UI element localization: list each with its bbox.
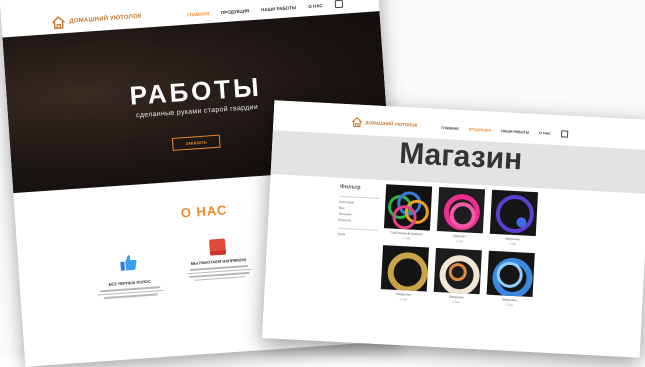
product-image — [383, 184, 433, 231]
nav-item-products[interactable]: ПРОДУКЦИЯ — [221, 8, 249, 15]
product-card[interactable]: Ожерелье 1 500 — [489, 189, 539, 247]
nav-item-home[interactable]: ГЛАВНАЯ — [441, 126, 459, 131]
order-button[interactable]: ЗАКАЗАТЬ — [171, 134, 221, 151]
filter-option[interactable]: Мужские — [338, 218, 378, 224]
main-nav: ГЛАВНАЯ ПРОДУКЦИЯ НАШИ РАБОТЫ О НАС — [441, 124, 568, 138]
logo-text: ДОМАШНИЙ УЮТОЛОК — [69, 13, 142, 25]
filter-title: Фильтр — [339, 183, 361, 191]
product-card[interactable]: Ожерелье 1 500 — [486, 250, 535, 308]
filter-option[interactable]: Все — [339, 206, 379, 212]
house-logo-icon — [52, 16, 65, 30]
divider — [337, 227, 378, 231]
filter-panel: Фильтр Категории Все Женские Мужские Цен… — [337, 184, 380, 240]
nav-item-home[interactable]: ГЛАВНАЯ — [187, 11, 209, 18]
site-logo[interactable]: ДОМАШНИЙ УЮТОЛОК — [51, 10, 142, 30]
house-logo-icon — [351, 117, 363, 128]
product-image — [486, 250, 535, 298]
shop-page-mockup: ДОМАШНИЙ УЮТОЛОК ГЛАВНАЯ ПРОДУКЦИЯ НАШИ … — [262, 100, 645, 358]
feature-text — [179, 264, 260, 282]
product-card[interactable]: Браслет 1 500 — [436, 187, 486, 244]
nav-item-works[interactable]: НАШИ РАБОТЫ — [501, 129, 529, 134]
mockup-scene: ДОМАШНИЙ УЮТОЛОК ГЛАВНАЯ ПРОДУКЦИЯ НАШИ … — [0, 0, 645, 367]
filter-option[interactable]: Категории — [339, 200, 379, 206]
feature-card: МЫ РАБОТАЕМ НАПРЯМУЮ — [177, 236, 260, 283]
product-image — [433, 247, 482, 295]
shop-content: Фильтр Категории Все Женские Мужские Цен… — [262, 174, 645, 358]
product-card[interactable]: Ожерелье 1 500 — [380, 245, 429, 302]
cart-icon[interactable] — [334, 0, 343, 9]
cart-icon[interactable] — [560, 130, 568, 138]
filter-option[interactable]: Цена — [337, 232, 377, 238]
site-logo[interactable]: ДОМАШНИЙ УЮТОЛОК — [351, 116, 417, 130]
product-image — [489, 189, 539, 237]
filter-option[interactable]: Женские — [339, 212, 379, 218]
product-grid: Собственный браслет 1 500 Браслет 1 500 — [380, 184, 542, 308]
product-card[interactable]: Собственный браслет 1 500 — [383, 184, 433, 241]
product-image — [436, 187, 486, 234]
feature-card: БЕЗ ЧЕРНЫХ ПОЛОС — [88, 251, 171, 302]
thumbs-up-icon — [120, 255, 137, 271]
box-icon — [209, 238, 227, 256]
nav-item-about[interactable]: О НАС — [539, 131, 551, 136]
nav-item-products[interactable]: ПРОДУКЦИЯ — [469, 127, 492, 132]
product-image — [380, 245, 429, 292]
divider — [339, 195, 380, 199]
nav-item-works[interactable]: НАШИ РАБОТЫ — [261, 4, 297, 11]
feature-text — [90, 285, 170, 299]
nav-item-about[interactable]: О НАС — [308, 3, 323, 9]
logo-text: ДОМАШНИЙ УЮТОЛОК — [365, 120, 418, 128]
product-card[interactable]: Ожерелье 1 500 — [433, 247, 482, 305]
